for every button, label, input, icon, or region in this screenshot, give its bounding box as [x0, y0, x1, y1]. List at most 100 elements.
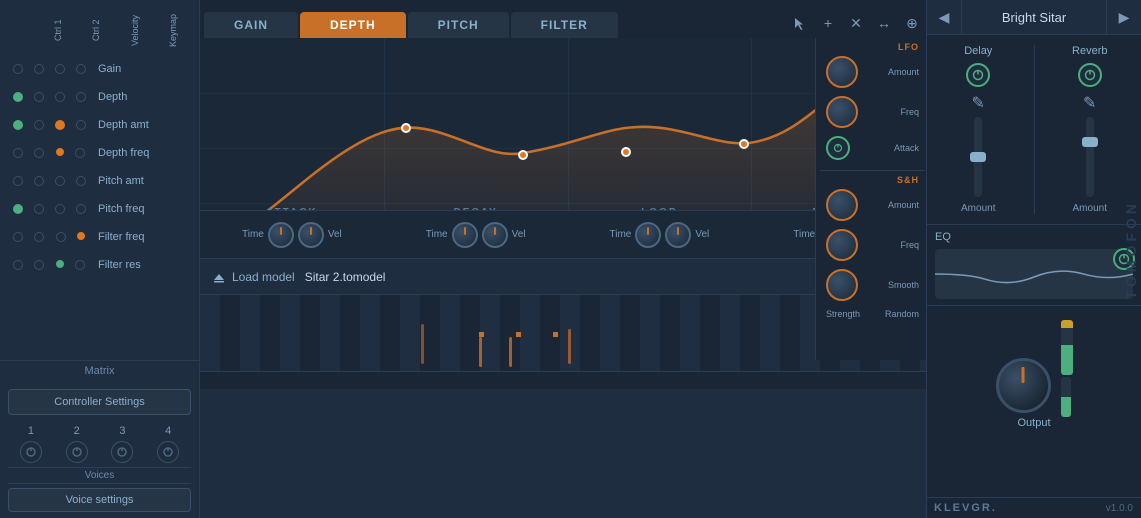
dot-depthamt-ctrl1[interactable] [13, 120, 23, 130]
dot-pitchfreq-vel[interactable] [55, 204, 65, 214]
dot-filterfreq-ctrl1[interactable] [13, 232, 23, 242]
voice-power-2[interactable] [66, 441, 88, 463]
matrix-rows: Gain Depth Depth amt [0, 53, 199, 360]
vel-label-decay: Vel [512, 229, 526, 240]
snap-tool[interactable]: ⊕ [901, 12, 923, 34]
sh-amount-row: Amount [820, 187, 925, 223]
loop-vel-knob[interactable] [665, 222, 691, 248]
brand-strip: KLEVGR. v1.0.0 [926, 497, 1141, 518]
sh-smooth-row: Smooth [820, 267, 925, 303]
stretch-tool[interactable]: ↔ [873, 12, 895, 34]
dot-depth-key[interactable] [76, 92, 86, 102]
lfo-title: LFO [898, 42, 919, 52]
dot-filterfreq-ctrl2[interactable] [34, 232, 44, 242]
delay-fader-thumb[interactable] [970, 152, 986, 162]
reverb-power-button[interactable] [1078, 63, 1102, 87]
voice-num-4: 4 [165, 425, 171, 437]
matrix-row-label-filterres: Filter res [98, 259, 191, 271]
dot-pitchfreq-ctrl1[interactable] [13, 204, 23, 214]
time-group-loop: Time Vel [568, 222, 752, 248]
dot-pitchamt-ctrl1[interactable] [13, 176, 23, 186]
voice-settings-button[interactable]: Voice settings [8, 488, 191, 512]
dot-gain-key[interactable] [76, 64, 86, 74]
dot-depthfreq-ctrl2[interactable] [34, 148, 44, 158]
delay-pencil-icon[interactable]: ✎ [972, 93, 985, 113]
eq-section: EQ [927, 224, 1141, 305]
sh-amount-knob[interactable] [826, 189, 858, 221]
voice-power-1[interactable] [20, 441, 42, 463]
lfo-attack-label: Attack [894, 143, 919, 153]
dot-depth-ctrl1[interactable] [13, 92, 23, 102]
dot-pitchamt-vel[interactable] [55, 176, 65, 186]
attack-time-knob[interactable] [268, 222, 294, 248]
dot-gain-vel[interactable] [55, 64, 65, 74]
lfo-attack-power[interactable] [826, 136, 850, 160]
decay-time-knob[interactable] [452, 222, 478, 248]
dot-pitchfreq-ctrl2[interactable] [34, 204, 44, 214]
cursor-tool[interactable] [789, 12, 811, 34]
env-point-4[interactable] [739, 139, 749, 149]
matrix-row-pitch-amt: Pitch amt [0, 167, 199, 195]
dot-filterres-vel[interactable] [56, 260, 64, 268]
delete-point-tool[interactable]: ✕ [845, 12, 867, 34]
dot-filterfreq-key[interactable] [77, 232, 85, 240]
dot-filterres-ctrl2[interactable] [34, 260, 44, 270]
env-point-1[interactable] [401, 123, 411, 133]
add-point-tool[interactable]: + [817, 12, 839, 34]
piano-note-1 [421, 324, 424, 364]
eq-display[interactable] [935, 249, 1133, 299]
tab-gain[interactable]: GAIN [204, 12, 298, 38]
dot-pitchamt-key[interactable] [76, 176, 86, 186]
dot-depthamt-vel[interactable] [55, 120, 65, 130]
sh-smooth-knob[interactable] [826, 269, 858, 301]
dot-depthamt-key[interactable] [76, 120, 86, 130]
dot-depthfreq-key[interactable] [75, 148, 85, 158]
attack-vel-knob[interactable] [298, 222, 324, 248]
preset-bar: ◀ Bright Sitar ▶ [927, 0, 1141, 35]
voice-power-3[interactable] [111, 441, 133, 463]
dot-filterfreq-vel[interactable] [56, 232, 66, 242]
vel-label-attack: Vel [328, 229, 342, 240]
output-meters [1061, 320, 1073, 417]
load-model-button[interactable]: Load model [212, 270, 295, 284]
reverb-title: Reverb [1072, 45, 1107, 57]
decay-vel-knob[interactable] [482, 222, 508, 248]
sh-title: S&H [897, 175, 919, 185]
lfo-amount-label: Amount [888, 67, 919, 77]
reverb-pencil-icon[interactable]: ✎ [1083, 93, 1096, 113]
output-knob[interactable] [996, 358, 1051, 413]
env-point-2[interactable] [518, 150, 528, 160]
meter-green-left [1061, 345, 1073, 375]
dot-gain-ctrl2[interactable] [34, 64, 44, 74]
reverb-fader-thumb[interactable] [1082, 137, 1098, 147]
dot-depthfreq-vel[interactable] [56, 148, 64, 156]
tab-pitch[interactable]: PITCH [408, 12, 509, 38]
matrix-row-filter-res: Filter res [0, 251, 199, 279]
loop-time-knob[interactable] [635, 222, 661, 248]
env-point-3[interactable] [621, 147, 631, 157]
tab-filter[interactable]: FILTER [511, 12, 618, 38]
voice-num-3: 3 [119, 425, 125, 437]
lfo-freq-label: Freq [900, 107, 919, 117]
voice-power-4[interactable] [157, 441, 179, 463]
lfo-freq-knob[interactable] [826, 96, 858, 128]
dot-depth-ctrl2[interactable] [34, 92, 44, 102]
dot-pitchfreq-key[interactable] [76, 204, 86, 214]
dot-gain-ctrl1[interactable] [13, 64, 23, 74]
preset-next-button[interactable]: ▶ [1106, 0, 1141, 35]
dot-pitchamt-ctrl2[interactable] [34, 176, 44, 186]
sidebar: Ctrl 1 Ctrl 2 Velocity Keymap Gain Depth [0, 0, 200, 518]
delay-power-button[interactable] [966, 63, 990, 87]
dot-filterres-key[interactable] [75, 260, 85, 270]
lfo-amount-knob[interactable] [826, 56, 858, 88]
dot-filterres-ctrl1[interactable] [13, 260, 23, 270]
tab-depth[interactable]: DEPTH [300, 12, 406, 38]
dot-depth-vel[interactable] [55, 92, 65, 102]
controller-settings-button[interactable]: Controller Settings [8, 389, 191, 415]
dot-depthamt-ctrl2[interactable] [34, 120, 44, 130]
sh-freq-label: Freq [900, 240, 919, 250]
piano-note-3 [509, 337, 512, 367]
sh-freq-knob[interactable] [826, 229, 858, 261]
preset-prev-button[interactable]: ◀ [927, 0, 962, 35]
dot-depthfreq-ctrl1[interactable] [13, 148, 23, 158]
